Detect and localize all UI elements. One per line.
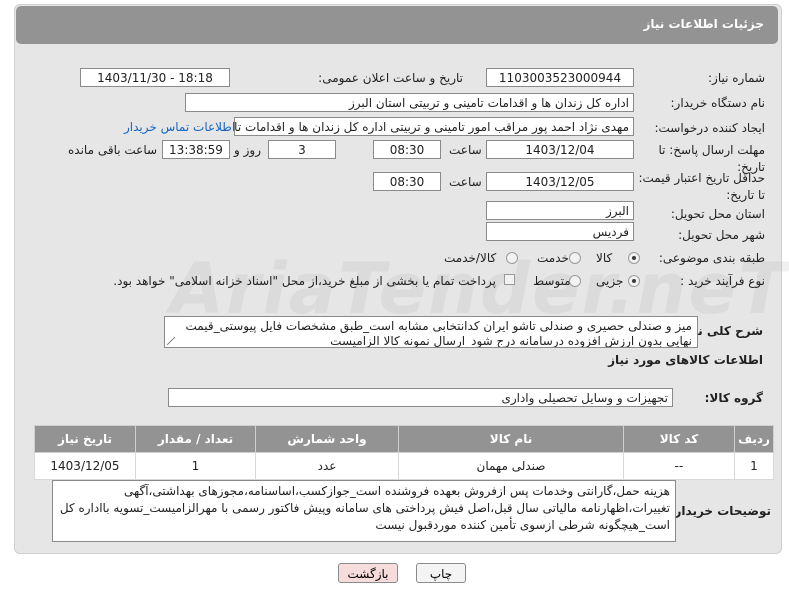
cell-need-date: 1403/12/05: [34, 452, 136, 480]
cell-item-name: صندلی مهمان: [398, 452, 624, 480]
process-option-medium-radio[interactable]: [569, 275, 581, 287]
price-validity-time-label: ساعت: [449, 175, 482, 189]
requester-field[interactable]: مهدی نژاد احمد پور مراقب امور تامینی و ت…: [234, 117, 634, 136]
table-header-row: ردیف کد کالا نام کالا واحد شمارش تعداد /…: [34, 425, 774, 453]
province-label: استان محل تحویل:: [670, 207, 765, 221]
province-field[interactable]: البرز: [486, 201, 634, 220]
goods-table: ردیف کد کالا نام کالا واحد شمارش تعداد /…: [34, 425, 774, 480]
price-validity-date-field[interactable]: 1403/12/05: [486, 172, 634, 191]
deadline-time-field[interactable]: 08:30: [373, 140, 441, 159]
print-button[interactable]: چاپ: [416, 563, 466, 583]
col-header-unit: واحد شمارش: [255, 425, 399, 453]
buyer-contact-link[interactable]: اطلاعات تماس خریدار: [124, 120, 235, 134]
deadline-date-field[interactable]: 1403/12/04: [486, 140, 634, 159]
category-option-both-radio[interactable]: [506, 252, 518, 264]
days-field[interactable]: 3: [268, 140, 336, 159]
deadline-time-label: ساعت: [449, 143, 482, 157]
city-label: شهر محل تحویل:: [678, 228, 765, 242]
cell-row-number: 1: [734, 452, 774, 480]
process-option-minor-radio[interactable]: [628, 275, 640, 287]
category-option-goods-radio[interactable]: [628, 252, 640, 264]
days-label: روز و: [234, 143, 261, 157]
category-option-service-label: خدمت: [537, 251, 569, 265]
back-button[interactable]: بازگشت: [338, 563, 398, 583]
col-header-row-number: ردیف: [734, 425, 774, 453]
category-option-both-label: کالا/خدمت: [444, 251, 497, 265]
buyer-notes-text: هزینه حمل،گارانتی وخدمات پس ازفروش بعهده…: [59, 484, 670, 532]
category-option-goods-label: کالا: [596, 251, 613, 265]
goods-group-label: گروه کالا:: [704, 391, 763, 405]
goods-group-field[interactable]: تجهیزات و وسایل تحصیلی واداری: [168, 388, 673, 407]
buyer-notes-label: توضیحات خریدار:: [669, 504, 771, 518]
buyer-org-label: نام دستگاه خریدار:: [670, 96, 766, 110]
col-header-quantity: تعداد / مقدار: [135, 425, 256, 453]
page-title: جزئیات اطلاعات نیاز: [643, 17, 764, 31]
col-header-item-code: کد کالا: [623, 425, 735, 453]
process-option-minor-label: جزیی: [596, 274, 624, 288]
cell-unit: عدد: [255, 452, 399, 480]
need-number-label: شماره نیاز:: [708, 71, 765, 85]
col-header-item-name: نام کالا: [398, 425, 624, 453]
process-label: نوع فرآیند خرید :: [680, 274, 765, 288]
announce-label: تاریخ و ساعت اعلان عمومی:: [318, 71, 463, 85]
page-header: جزئیات اطلاعات نیاز: [16, 6, 778, 44]
description-text: میز و صندلی حصیری و صندلی تاشو ایران کدا…: [185, 319, 692, 348]
announce-datetime-field[interactable]: 1403/11/30 - 18:18: [80, 68, 230, 87]
table-row[interactable]: 1 -- صندلی مهمان عدد 1 1403/12/05: [34, 452, 774, 480]
price-validity-time-field[interactable]: 08:30: [373, 172, 441, 191]
cell-item-code: --: [623, 452, 735, 480]
treasury-payment-note: پرداخت تمام یا بخشی از مبلغ خرید،از محل …: [113, 274, 496, 288]
city-field[interactable]: فردیس: [486, 222, 634, 241]
price-validity-label: حداقل تاریخ اعتبار قیمت: تا تاریخ:: [638, 171, 765, 202]
buyer-org-field[interactable]: اداره کل زندان ها و اقدامات تامینی و ترب…: [185, 93, 634, 112]
remaining-label: ساعت باقی مانده: [68, 143, 158, 157]
col-header-need-date: تاریخ نیاز: [34, 425, 136, 453]
buyer-notes-textarea[interactable]: هزینه حمل،گارانتی وخدمات پس ازفروش بعهده…: [52, 480, 676, 542]
process-option-medium-label: متوسط: [533, 274, 571, 288]
treasury-payment-checkbox[interactable]: [504, 274, 515, 285]
need-number-field[interactable]: 1103003523000944: [486, 68, 634, 87]
description-textarea[interactable]: میز و صندلی حصیری و صندلی تاشو ایران کدا…: [164, 316, 698, 348]
category-option-service-radio[interactable]: [569, 252, 581, 264]
remaining-time-field[interactable]: 13:38:59: [162, 140, 230, 159]
requester-label: ایجاد کننده درخواست:: [654, 121, 765, 135]
category-label: طبقه بندی موضوعی:: [658, 251, 765, 265]
goods-info-title: اطلاعات کالاهای مورد نیاز: [608, 353, 763, 367]
cell-quantity: 1: [135, 452, 256, 480]
resize-handle[interactable]: [167, 337, 175, 345]
